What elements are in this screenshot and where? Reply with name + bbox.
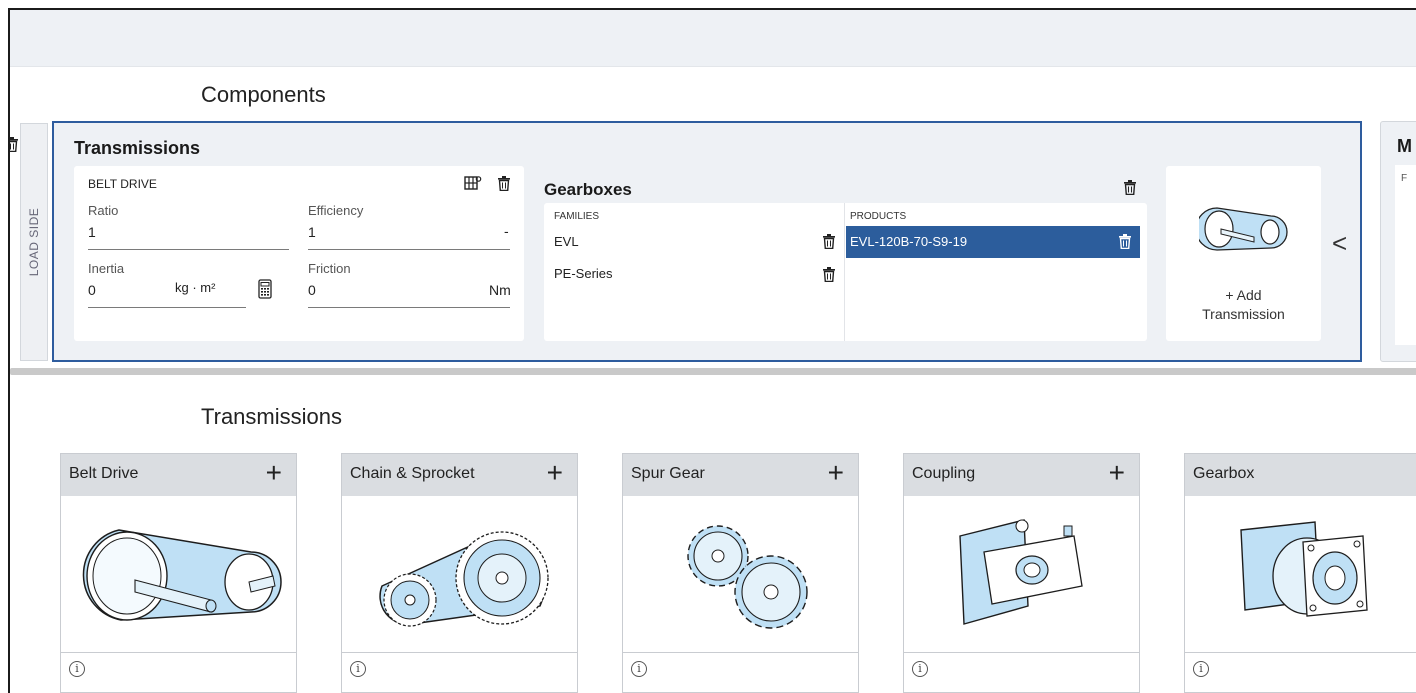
product-item-evl-120b: EVL-120B-70-S9-19	[850, 234, 968, 249]
add-belt-drive-icon[interactable]: +	[266, 458, 282, 488]
load-side-label: LOAD SIDE	[27, 207, 41, 277]
transmissions-component-group[interactable]: Transmissions BELT DRIVE Ratio 1 Efficie…	[10, 121, 1362, 362]
efficiency-label: Efficiency	[308, 203, 364, 218]
tile-spur-gear[interactable]: Spur Gear + i	[622, 453, 859, 693]
tile-gearbox[interactable]: Gearbox i	[1184, 453, 1416, 693]
tile-title: Coupling	[912, 465, 976, 482]
gearboxes-panel: Gearboxes FAMILIES EVL PE-Series PRODUCT…	[544, 166, 1149, 341]
belt-drive-illustration	[61, 496, 296, 652]
tile-title: Gearbox	[1193, 465, 1255, 482]
ratio-underline	[88, 249, 289, 250]
chain-sprocket-illustration	[342, 496, 577, 652]
tile-footer: i	[342, 652, 577, 693]
belt-drive-card[interactable]: BELT DRIVE Ratio 1 Efficiency 1 - Inerti…	[74, 166, 524, 341]
inertia-unit: kg · m²	[175, 280, 216, 295]
tile-header: Belt Drive +	[61, 454, 296, 496]
motor-panel-card: F	[1395, 165, 1416, 345]
delete-gearboxes-icon[interactable]	[1124, 180, 1136, 196]
delete-family-pe-series-icon[interactable]	[823, 267, 835, 283]
motor-panel-title: M	[1397, 136, 1412, 156]
calculator-icon[interactable]	[258, 279, 272, 304]
friction-input[interactable]: 0	[308, 282, 316, 298]
inertia-input[interactable]: 0	[88, 282, 96, 298]
products-header: PRODUCTS	[850, 211, 907, 222]
tile-title: Belt Drive	[69, 465, 139, 482]
load-side-tab[interactable]: LOAD SIDE	[20, 123, 48, 361]
friction-underline	[308, 307, 510, 308]
tile-chain-sprocket[interactable]: Chain & Sprocket + i	[341, 453, 578, 693]
horizontal-scrollbar[interactable]	[10, 368, 1416, 375]
column-divider	[844, 203, 845, 341]
spur-gear-illustration	[623, 496, 858, 652]
ratio-label: Ratio	[88, 203, 119, 218]
tile-footer: i	[904, 652, 1139, 693]
info-icon[interactable]: i	[350, 661, 366, 677]
coupling-illustration	[904, 496, 1139, 652]
info-icon[interactable]: i	[631, 661, 647, 677]
tile-footer: i	[623, 652, 858, 693]
tile-coupling[interactable]: Coupling + i	[903, 453, 1140, 693]
chevron-left-icon[interactable]: <	[1332, 228, 1347, 259]
gearbox-illustration	[1185, 496, 1416, 652]
belt-drive-thumbnail-icon	[1199, 207, 1288, 251]
app-window: Components LOAD SIDE Transmissions BELT …	[8, 8, 1416, 693]
catalog-icon[interactable]	[464, 175, 482, 196]
delete-group-icon[interactable]	[10, 137, 18, 153]
friction-unit: Nm	[489, 282, 511, 298]
efficiency-unit: -	[504, 223, 509, 239]
add-transmission-button[interactable]: + Add Transmission	[1166, 166, 1321, 341]
top-bar	[10, 10, 1416, 67]
transmissions-catalog-title: Transmissions	[201, 404, 342, 429]
info-icon[interactable]: i	[912, 661, 928, 677]
belt-drive-title: BELT DRIVE	[88, 177, 157, 191]
transmissions-group-title: Transmissions	[74, 138, 201, 158]
info-icon[interactable]: i	[1193, 661, 1209, 677]
inertia-label: Inertia	[88, 261, 125, 276]
motor-panel-partial[interactable]: M F	[1380, 121, 1416, 362]
family-item-evl[interactable]: EVL	[554, 234, 579, 249]
delete-family-evl-icon[interactable]	[823, 234, 835, 250]
gearboxes-title: Gearboxes	[544, 180, 632, 199]
components-section-title: Components	[201, 82, 326, 107]
family-item-pe-series[interactable]: PE-Series	[554, 266, 613, 281]
friction-label: Friction	[308, 261, 351, 276]
tile-title: Chain & Sprocket	[350, 465, 475, 482]
motor-panel-subtitle: F	[1401, 173, 1408, 184]
ratio-input[interactable]: 1	[88, 224, 96, 240]
tile-header: Spur Gear +	[623, 454, 858, 496]
add-coupling-icon[interactable]: +	[1109, 458, 1125, 488]
efficiency-input[interactable]: 1	[308, 224, 316, 240]
add-chain-sprocket-icon[interactable]: +	[547, 458, 563, 488]
tile-title: Spur Gear	[631, 465, 705, 482]
families-header: FAMILIES	[554, 211, 600, 222]
tile-header: Gearbox	[1185, 454, 1416, 496]
gearbox-selector: FAMILIES EVL PE-Series PRODUCTS EVL-120B…	[544, 203, 1147, 341]
add-spur-gear-icon[interactable]: +	[828, 458, 844, 488]
tile-header: Chain & Sprocket +	[342, 454, 577, 496]
product-row-selected[interactable]: EVL-120B-70-S9-19	[846, 226, 1140, 258]
add-transmission-label: + Add Transmission	[1202, 287, 1285, 322]
tile-header: Coupling +	[904, 454, 1139, 496]
tile-footer: i	[61, 652, 296, 693]
efficiency-underline	[308, 249, 510, 250]
delete-product-icon[interactable]	[1119, 234, 1131, 250]
info-icon[interactable]: i	[69, 661, 85, 677]
inertia-underline	[88, 307, 246, 308]
delete-belt-drive-icon[interactable]	[498, 176, 510, 192]
tile-belt-drive[interactable]: Belt Drive + i	[60, 453, 297, 693]
tile-footer: i	[1185, 652, 1416, 693]
